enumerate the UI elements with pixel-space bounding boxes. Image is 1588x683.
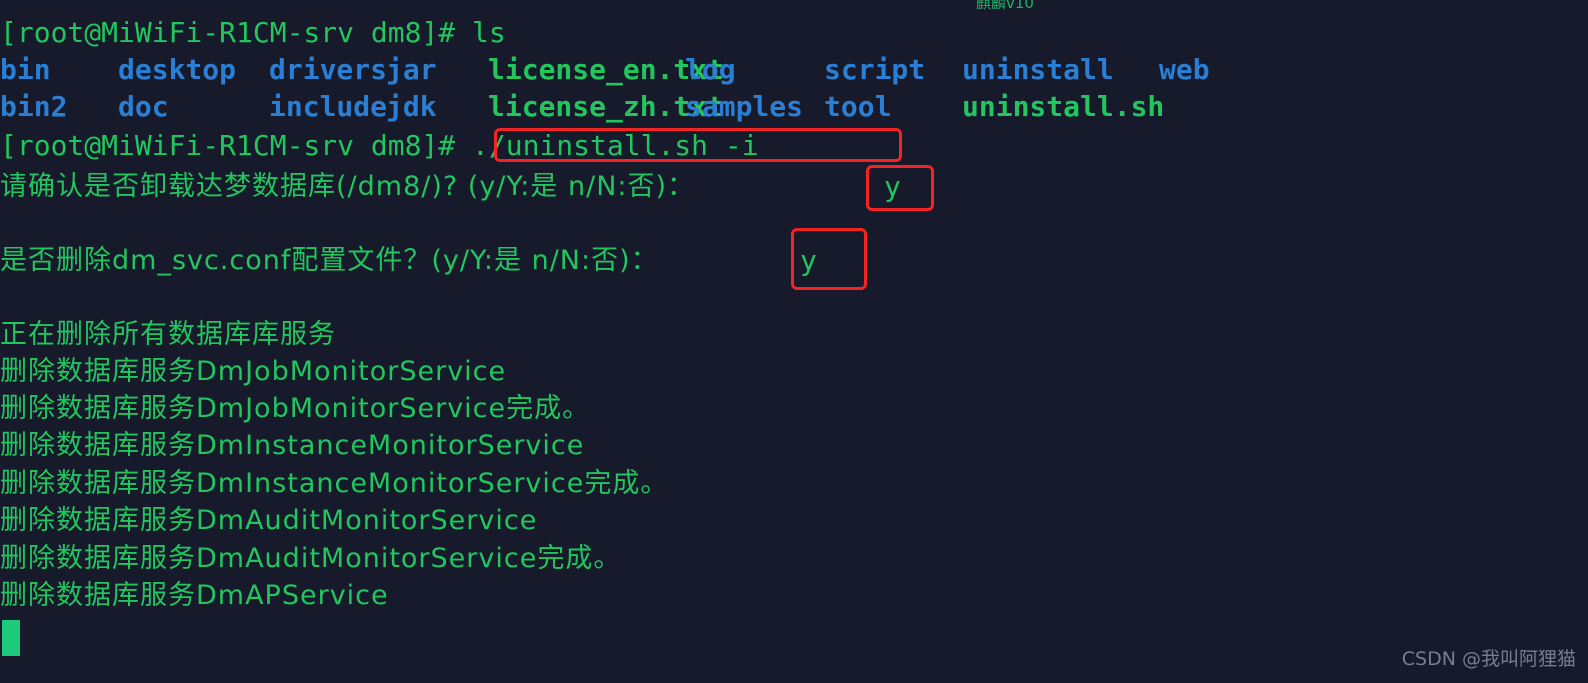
terminal-line-command-uninstall: [root@MiWiFi-R1CM-srv dm8]# ./uninstall.… bbox=[0, 127, 759, 164]
terminal-line-confirm-uninstall: 请确认是否卸载达梦数据库(/dm8/)? (y/Y:是 n/N:否)： bbox=[0, 168, 695, 205]
terminal-line-command-ls: [root@MiWiFi-R1CM-srv dm8]# ls bbox=[0, 14, 506, 51]
command-ls: ls bbox=[472, 16, 506, 49]
command-uninstall: ./uninstall.sh -i bbox=[472, 129, 759, 162]
ls-entry-license-zh: license_zh.txt bbox=[488, 90, 725, 123]
terminal-line-output-5: 删除数据库服务DmInstanceMonitorService完成。 bbox=[0, 468, 669, 499]
terminal-line-ls-row1: bin desktop driversjar license_en.txtlog scr… bbox=[0, 51, 1210, 88]
ls-entry-include: include bbox=[269, 90, 388, 123]
terminal-line-confirm-conf: 是否删除dm_svc.conf配置文件？(y/Y:是 n/N:否)： bbox=[0, 242, 659, 279]
ls-entry-web: web bbox=[1159, 53, 1210, 86]
watermark-csdn: CSDN @我叫阿狸猫 bbox=[1401, 648, 1576, 670]
shell-prompt-2: [root@MiWiFi-R1CM-srv dm8]# bbox=[0, 129, 473, 162]
terminal-cursor bbox=[2, 620, 20, 656]
ls-entry-license-en: license_en.txt bbox=[488, 53, 725, 86]
shell-prompt: [root@MiWiFi-R1CM-srv dm8]# bbox=[0, 16, 473, 49]
ls-entry-drivers: drivers bbox=[269, 53, 388, 86]
confirm-uninstall-answer: y bbox=[884, 170, 901, 203]
terminal-line-output-6: 删除数据库服务DmAuditMonitorService bbox=[0, 505, 538, 536]
ls-entry-doc: doc bbox=[118, 90, 169, 123]
terminal-line-output-4: 删除数据库服务DmInstanceMonitorService bbox=[0, 430, 585, 461]
ls-entry-tool: tool bbox=[824, 90, 892, 123]
terminal-line-output-7: 删除数据库服务DmAuditMonitorService完成。 bbox=[0, 543, 622, 574]
ls-entry-samples: samples bbox=[685, 90, 804, 123]
ls-entry-desktop: desktop bbox=[118, 53, 237, 86]
terminal-line-output-2: 删除数据库服务DmJobMonitorService bbox=[0, 356, 507, 387]
ls-entry-script: script bbox=[824, 53, 926, 86]
terminal-line-ls-row2: bin2 doc includejdk license_zh.txtsamples to… bbox=[0, 88, 1164, 125]
terminal-line-output-1: 正在删除所有数据库库服务 bbox=[0, 319, 336, 350]
ls-entry-bin: bin bbox=[0, 53, 51, 86]
terminal-window[interactable]: 麒麟v10 [root@MiWiFi-R1CM-srv dm8]# ls bin… bbox=[0, 0, 1588, 683]
confirm-conf-text: 是否删除dm_svc.conf配置文件？(y/Y:是 n/N:否)： bbox=[0, 245, 659, 276]
terminal-line-output-3: 删除数据库服务DmJobMonitorService完成。 bbox=[0, 393, 591, 424]
ls-entry-jar: jar bbox=[386, 53, 437, 86]
terminal-line-output-8: 删除数据库服务DmAPService bbox=[0, 580, 389, 611]
ls-entry-bin2: bin2 bbox=[0, 90, 68, 123]
ls-entry-jdk: jdk bbox=[386, 90, 437, 123]
ls-entry-uninstall-sh: uninstall.sh bbox=[962, 90, 1165, 123]
confirm-conf-answer: y bbox=[800, 244, 817, 277]
ls-entry-log: log bbox=[685, 53, 736, 86]
confirm-uninstall-text: 请确认是否卸载达梦数据库(/dm8/)? (y/Y:是 n/N:否)： bbox=[0, 171, 696, 202]
watermark-top: 麒麟v10 bbox=[976, 0, 1034, 12]
ls-entry-uninstall: uninstall bbox=[962, 53, 1114, 86]
